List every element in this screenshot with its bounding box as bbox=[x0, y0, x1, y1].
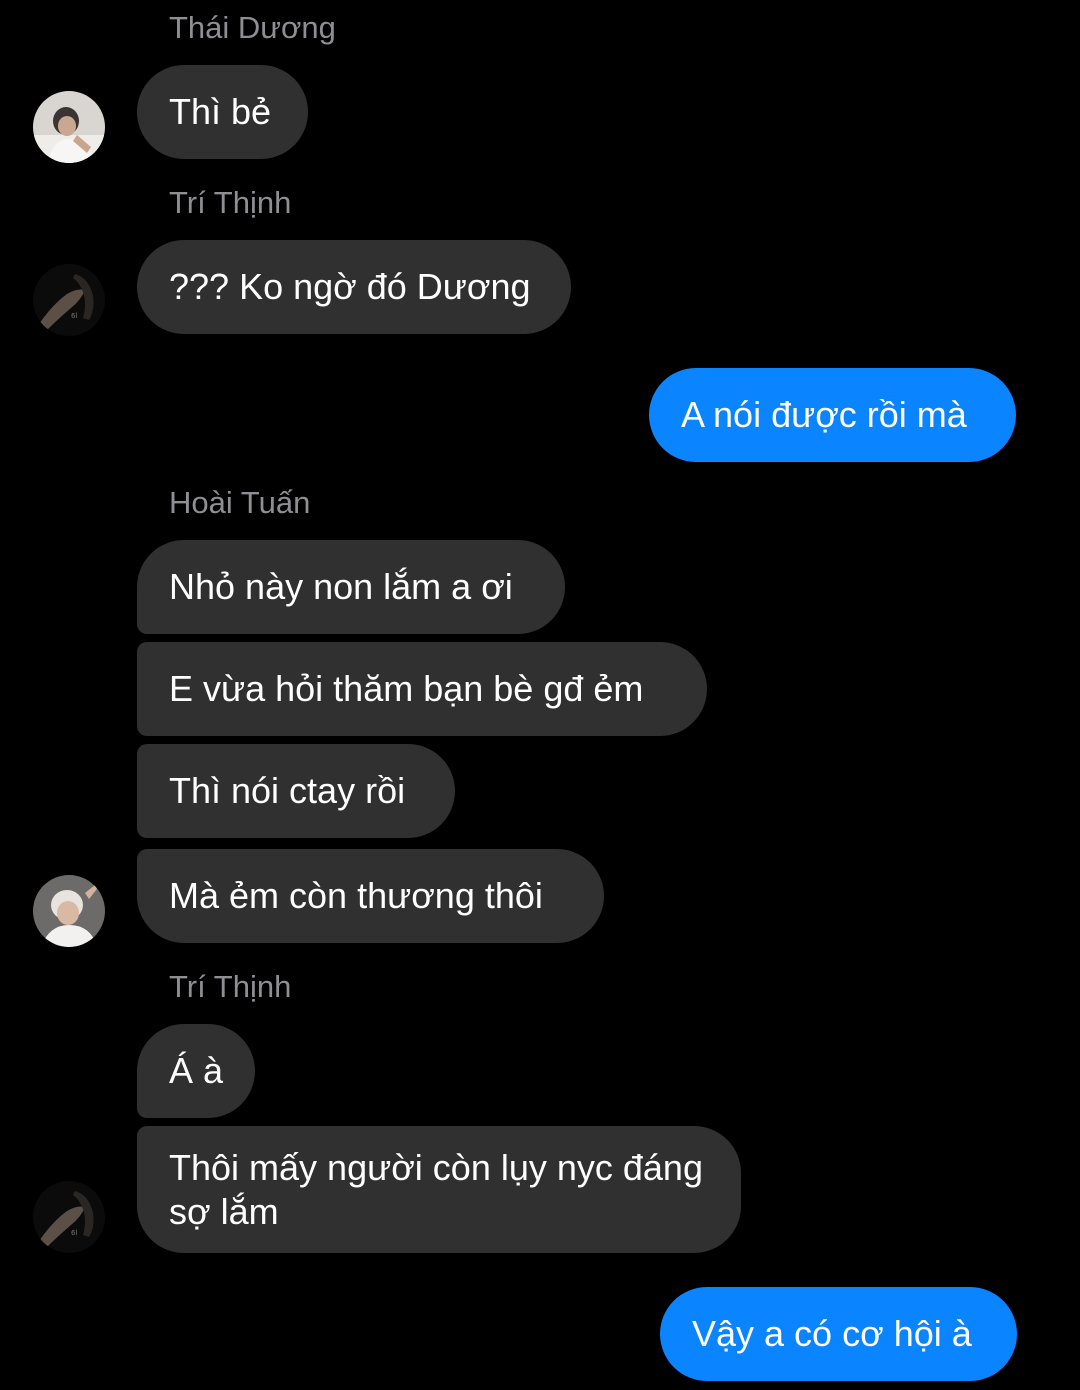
avatar[interactable] bbox=[33, 875, 105, 947]
avatar[interactable] bbox=[33, 91, 105, 163]
message-bubble[interactable]: E vừa hỏi thăm bạn bè gđ ẻm bbox=[137, 642, 707, 736]
profile-photo-icon bbox=[33, 875, 105, 947]
message-bubble[interactable]: ??? Ko ngờ đó Dương bbox=[137, 240, 571, 334]
message-bubble[interactable]: Thôi mấy người còn lụy nyc đáng sợ lắm bbox=[137, 1126, 741, 1253]
message-bubble-outgoing[interactable]: A nói được rồi mà bbox=[649, 368, 1016, 462]
sender-name: Trí Thịnh bbox=[169, 969, 292, 1004]
message-bubble-outgoing[interactable]: Vậy a có cơ hội à bbox=[660, 1287, 1017, 1381]
avatar[interactable]: 6l bbox=[33, 264, 105, 336]
profile-photo-icon: 6l bbox=[33, 1181, 105, 1253]
sender-name: Trí Thịnh bbox=[169, 185, 292, 220]
svg-text:6l: 6l bbox=[71, 312, 77, 320]
avatar[interactable]: 6l bbox=[33, 1181, 105, 1253]
sender-name: Hoài Tuấn bbox=[169, 485, 311, 520]
profile-photo-icon: 6l bbox=[33, 264, 105, 336]
message-bubble[interactable]: Á à bbox=[137, 1024, 255, 1118]
profile-photo-icon bbox=[33, 91, 105, 163]
message-bubble[interactable]: Mà ẻm còn thương thôi bbox=[137, 849, 604, 943]
message-bubble[interactable]: Thì nói ctay rồi bbox=[137, 744, 455, 838]
svg-text:6l: 6l bbox=[71, 1229, 77, 1237]
sender-name: Thái Dương bbox=[169, 10, 336, 45]
message-bubble[interactable]: Nhỏ này non lắm a ơi bbox=[137, 540, 565, 634]
message-bubble[interactable]: Thì bẻ bbox=[137, 65, 308, 159]
